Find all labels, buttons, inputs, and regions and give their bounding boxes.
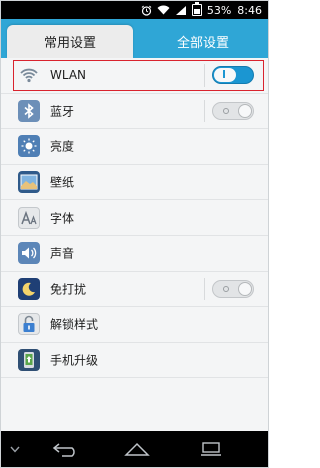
settings-item-brightness[interactable]: 亮度	[1, 129, 268, 165]
wifi-icon	[157, 5, 170, 15]
wifi-icon	[18, 64, 40, 86]
bluetooth-toggle[interactable]	[212, 101, 254, 120]
settings-item-label: 蓝牙	[50, 104, 75, 119]
tab-bar: 常用设置 全部设置	[1, 19, 268, 58]
divider	[204, 99, 205, 123]
settings-item-label: 手机升级	[50, 353, 99, 368]
settings-screen: 53% 8:46 常用设置 全部设置 WLAN 蓝牙 亮度 壁纸 字体 声音 免…	[0, 0, 269, 468]
settings-item-label: 声音	[50, 246, 75, 261]
settings-item-wlan[interactable]: WLAN	[1, 58, 268, 94]
settings-item-wallpaper[interactable]: 壁纸	[1, 165, 268, 201]
settings-item-bluetooth[interactable]: 蓝牙	[1, 94, 268, 130]
settings-item-label: 字体	[50, 211, 75, 226]
speaker-icon	[18, 242, 40, 265]
brightness-icon	[18, 135, 40, 158]
divider	[204, 277, 205, 301]
wallpaper-icon	[18, 171, 40, 194]
navigation-bar	[1, 431, 268, 467]
tab-all-settings[interactable]: 全部设置	[141, 25, 265, 58]
settings-item-update[interactable]: 手机升级	[1, 343, 268, 379]
chevron-down-icon[interactable]	[7, 439, 23, 459]
settings-item-label: WLAN	[50, 68, 87, 83]
settings-item-lock-style[interactable]: 解锁样式	[1, 307, 268, 343]
alarm-icon	[141, 5, 152, 16]
tab-common-settings[interactable]: 常用设置	[7, 25, 133, 58]
dnd-toggle[interactable]	[212, 279, 254, 298]
settings-item-label: 免打扰	[50, 282, 87, 297]
font-icon	[18, 206, 40, 229]
recent-apps-icon[interactable]	[197, 439, 225, 459]
settings-item-font[interactable]: 字体	[1, 200, 268, 236]
home-icon[interactable]	[123, 439, 151, 459]
bluetooth-icon	[18, 99, 40, 122]
settings-item-label: 亮度	[50, 139, 75, 154]
settings-item-sound[interactable]: 声音	[1, 236, 268, 272]
battery-percent: 53%	[206, 3, 232, 17]
battery-icon	[191, 2, 202, 16]
clock-time: 8:46	[237, 3, 262, 17]
wlan-toggle[interactable]	[212, 66, 254, 85]
settings-item-label: 壁纸	[50, 175, 75, 190]
signal-icon	[175, 5, 187, 16]
back-icon[interactable]	[51, 439, 79, 459]
divider	[204, 64, 205, 87]
moon-icon	[18, 277, 40, 300]
status-bar: 53% 8:46	[1, 1, 268, 19]
lock-icon	[18, 313, 40, 336]
settings-item-dnd[interactable]: 免打扰	[1, 272, 268, 308]
settings-list: WLAN 蓝牙 亮度 壁纸 字体 声音 免打扰 解锁样式 手机升级	[1, 58, 268, 379]
phone-update-icon	[18, 349, 40, 372]
settings-item-label: 解锁样式	[50, 317, 99, 332]
